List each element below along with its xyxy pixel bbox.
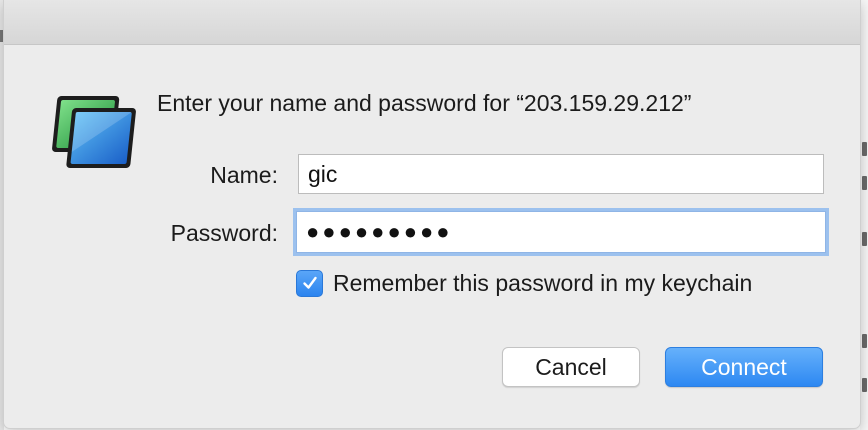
remember-password-option[interactable]: Remember this password in my keychain [296,268,752,298]
password-field[interactable]: ●●●●●●●●● [296,211,826,253]
name-field[interactable]: gic [298,154,824,194]
password-label: Password: [170,220,278,246]
remember-password-label: Remember this password in my keychain [333,269,753,296]
remember-password-checkbox[interactable] [296,269,323,297]
name-label: Name: [210,162,278,188]
authentication-dialog: Enter your name and password for “203.15… [4,0,860,428]
checkmark-icon [302,276,317,289]
dialog-prompt: Enter your name and password for “203.15… [157,90,692,116]
background-window-edge-right [860,0,868,430]
dialog-titlebar [4,0,860,45]
screen-sharing-icon [48,92,140,172]
connect-button[interactable]: Connect [665,347,823,387]
cancel-button[interactable]: Cancel [502,347,640,387]
